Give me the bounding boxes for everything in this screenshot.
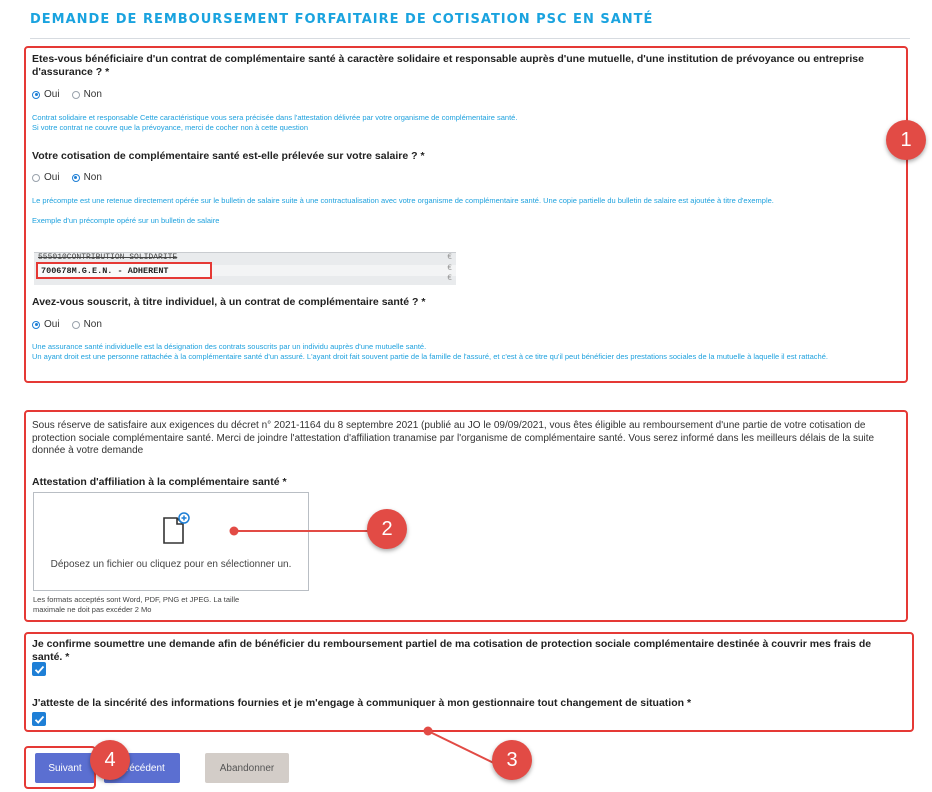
radio-oui-individuel[interactable] — [32, 320, 40, 329]
file-dropzone[interactable]: Déposez un fichier ou cliquez pour en sé… — [33, 492, 309, 591]
radio-non-solidaire[interactable] — [71, 90, 80, 99]
accepted-formats-line1: Les formats acceptés sont Word, PDF, PNG… — [33, 595, 240, 604]
attest-sincerity-checkbox[interactable] — [32, 712, 46, 726]
radio-oui-precompte[interactable] — [32, 173, 40, 182]
annotation-badge-4: 4 — [90, 740, 130, 780]
accepted-formats-line2: maximale ne doit pas excéder 2 Mo — [33, 605, 152, 614]
help-text-solidaire-1: Contrat solidaire et responsable Cette c… — [32, 113, 518, 122]
radio-label-oui: Oui — [44, 319, 60, 330]
eligibility-paragraph: Sous réserve de satisfaire aux exigences… — [32, 420, 875, 456]
radio-label-non: Non — [83, 319, 102, 330]
payslip-example-image: 555010CONTRIBUTION SOLIDARITE € € € 7006… — [34, 252, 456, 285]
annotation-box-4 — [24, 746, 96, 789]
radio-non-individuel[interactable] — [71, 320, 80, 329]
radio-group-precompte: Oui Non — [32, 172, 102, 183]
radio-non-precompte[interactable] — [71, 173, 80, 182]
help-text-individuel-2: Un ayant droit est une personne rattaché… — [32, 352, 828, 361]
upload-label: Attestation d'affiliation à la complémen… — [32, 476, 287, 488]
annotation-pointer-2 — [229, 526, 376, 536]
radio-label-non: Non — [83, 172, 102, 183]
radio-label-oui: Oui — [44, 89, 60, 100]
checkmark-icon — [34, 665, 44, 674]
annotation-badge-3: 3 — [492, 740, 532, 780]
help-text-solidaire-2: Si votre contrat ne couvre que la prévoy… — [32, 123, 308, 132]
radio-label-oui: Oui — [44, 172, 60, 183]
help-text-precompte-1: Le précompte est une retenue directement… — [32, 196, 774, 205]
payslip-line-contribution: 555010CONTRIBUTION SOLIDARITE — [38, 253, 178, 262]
payslip-euro-1: € — [447, 253, 452, 262]
payslip-euro-3: € — [447, 274, 452, 283]
abandon-button[interactable]: Abandonner — [205, 753, 289, 783]
dropzone-text: Déposez un fichier ou cliquez pour en sé… — [50, 559, 292, 570]
radio-group-individuel: Oui Non — [32, 319, 102, 330]
annotation-badge-2: 2 — [367, 509, 407, 549]
payslip-euro-2: € — [447, 264, 452, 273]
attest-sincerity-label: J'atteste de la sincérité des informatio… — [32, 697, 692, 709]
radio-label-non: Non — [83, 89, 102, 100]
file-add-icon — [163, 512, 190, 544]
help-text-individuel-1: Une assurance santé individuelle est la … — [32, 342, 427, 351]
title-divider — [30, 38, 910, 39]
question-solidaire: Etes-vous bénéficiaire d'un contrat de c… — [32, 53, 864, 78]
question-precompte: Votre cotisation de complémentaire santé… — [32, 150, 425, 162]
confirm-request-checkbox[interactable] — [32, 662, 46, 676]
page-title: DEMANDE DE REMBOURSEMENT FORFAITAIRE DE … — [30, 12, 654, 27]
confirm-request-label: Je confirme soumettre une demande afin d… — [32, 638, 872, 663]
question-individuel: Avez-vous souscrit, à titre individuel, … — [32, 296, 426, 308]
help-text-precompte-2: Exemple d'un précompte opéré sur un bull… — [32, 216, 220, 225]
payslip-highlight-adherent: 700678M.G.E.N. - ADHERENT — [36, 262, 212, 279]
annotation-box-1 — [24, 46, 908, 383]
checkmark-icon — [34, 715, 44, 724]
radio-group-solidaire: Oui Non — [32, 89, 102, 100]
radio-oui-solidaire[interactable] — [32, 90, 40, 99]
annotation-badge-1: 1 — [886, 120, 926, 160]
